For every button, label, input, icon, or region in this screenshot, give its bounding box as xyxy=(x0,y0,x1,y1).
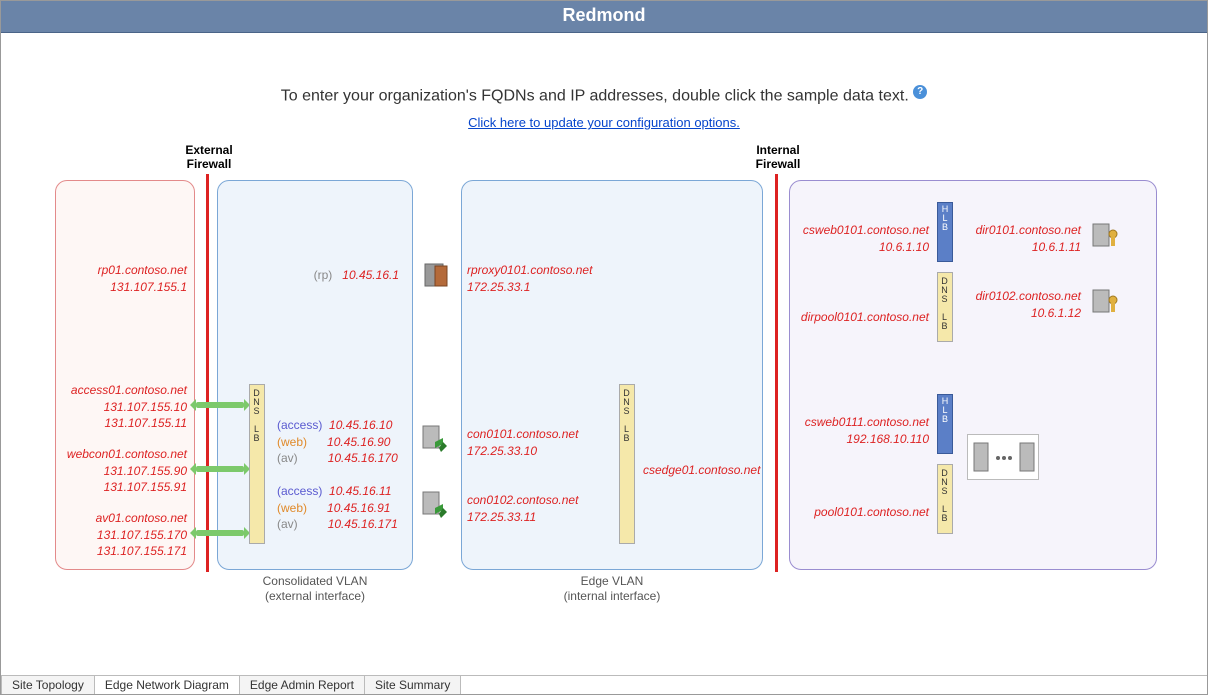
webcon-ip2: 131.107.155.91 xyxy=(104,480,187,494)
set1-av-ip[interactable]: 10.45.16.170 xyxy=(328,451,398,465)
edge-server-icon-1 xyxy=(421,424,451,454)
consolidated-vlan-label: Consolidated VLAN (external interface) xyxy=(217,574,413,604)
rp-ip: 131.107.155.1 xyxy=(110,280,187,294)
csweb1-fqdn: csweb0101.contoso.net xyxy=(803,223,929,237)
rproxy-ip: 172.25.33.1 xyxy=(467,280,530,294)
webcon-external[interactable]: webcon01.contoso.net 131.107.155.90 131.… xyxy=(49,446,187,495)
vlan-int-sub: (internal interface) xyxy=(564,589,661,603)
dir2-ip: 10.6.1.12 xyxy=(1031,306,1081,320)
rproxy-edge[interactable]: rproxy0101.contoso.net 172.25.33.1 xyxy=(467,262,627,294)
csedge[interactable]: csedge01.contoso.net xyxy=(643,462,773,478)
rp-fqdn: rp01.contoso.net xyxy=(98,263,187,277)
av-ip1: 131.107.155.170 xyxy=(97,528,187,542)
set1-av-lbl: (av) xyxy=(277,451,298,465)
set2-web-ip[interactable]: 10.45.16.91 xyxy=(327,501,390,515)
dir1-fqdn: dir0101.contoso.net xyxy=(976,223,1081,237)
access-ip2: 131.107.155.11 xyxy=(104,416,187,430)
tab-site-summary[interactable]: Site Summary xyxy=(364,676,461,694)
set1-web-lbl: (web) xyxy=(277,435,307,449)
tab-bar: Site Topology Edge Network Diagram Edge … xyxy=(1,675,1207,694)
set2-av-ip[interactable]: 10.45.16.171 xyxy=(328,517,398,531)
director-server-icon-2 xyxy=(1091,288,1121,318)
pool-server-cluster-icon xyxy=(967,434,1039,480)
external-firewall-label: ExternalFirewall xyxy=(179,144,239,172)
connector-access xyxy=(196,402,244,408)
con1-edge[interactable]: con0101.contoso.net 172.25.33.10 xyxy=(467,426,627,458)
con2-fqdn: con0102.contoso.net xyxy=(467,493,578,507)
csweb2[interactable]: csweb0111.contoso.net 192.168.10.110 xyxy=(795,414,929,446)
internal-firewall-label: InternalFirewall xyxy=(748,144,808,172)
rp-role-label: (rp) xyxy=(314,268,333,282)
instruction-text: To enter your organization's FQDNs and I… xyxy=(1,85,1207,105)
page-title: Redmond xyxy=(1,1,1207,33)
consolidated-set1: (access) 10.45.16.10 (web) 10.45.16.90 (… xyxy=(277,417,407,466)
connector-av xyxy=(196,530,244,536)
tab-edge-network-diagram[interactable]: Edge Network Diagram xyxy=(94,676,240,694)
set1-access-ip[interactable]: 10.45.16.10 xyxy=(329,418,392,432)
con2-edge[interactable]: con0102.contoso.net 172.25.33.11 xyxy=(467,492,627,524)
rp-internal-ip-row: (rp) 10.45.16.1 xyxy=(269,267,399,283)
csweb1-ip: 10.6.1.10 xyxy=(879,240,929,254)
help-icon[interactable]: ? xyxy=(913,85,927,99)
rp-internal-ip[interactable]: 10.45.16.1 xyxy=(342,268,399,282)
dir1-ip: 10.6.1.11 xyxy=(1032,240,1081,254)
config-link-row: Click here to update your configuration … xyxy=(1,115,1207,130)
tab-edge-admin-report[interactable]: Edge Admin Report xyxy=(239,676,365,694)
access-fqdn: access01.contoso.net xyxy=(71,383,187,397)
edge-vlan-label: Edge VLAN (internal interface) xyxy=(461,574,763,604)
external-firewall-line xyxy=(206,174,209,572)
instruction-span: To enter your organization's FQDNs and I… xyxy=(281,87,909,104)
con1-ip: 172.25.33.10 xyxy=(467,444,537,458)
dns-lb-bar-consolidated: DNS LB xyxy=(249,384,265,544)
av-fqdn: av01.contoso.net xyxy=(96,511,187,525)
tab-site-topology[interactable]: Site Topology xyxy=(1,676,95,694)
av-ip2: 131.107.155.171 xyxy=(97,544,187,558)
dns-lb-bar-edge: DNS LB xyxy=(619,384,635,544)
pool[interactable]: pool0101.contoso.net xyxy=(795,504,929,520)
dir2[interactable]: dir0102.contoso.net 10.6.1.12 xyxy=(961,288,1081,320)
csweb1[interactable]: csweb0101.contoso.net 10.6.1.10 xyxy=(795,222,929,254)
set2-web-lbl: (web) xyxy=(277,501,307,515)
config-link[interactable]: Click here to update your configuration … xyxy=(468,115,740,130)
csweb2-ip: 192.168.10.110 xyxy=(846,432,929,446)
access-ip1: 131.107.155.10 xyxy=(104,400,187,414)
set1-web-ip[interactable]: 10.45.16.90 xyxy=(327,435,390,449)
set2-access-lbl: (access) xyxy=(277,484,322,498)
dir2-fqdn: dir0102.contoso.net xyxy=(976,289,1081,303)
set1-access-lbl: (access) xyxy=(277,418,322,432)
webcon-ip1: 131.107.155.90 xyxy=(104,464,187,478)
consolidated-set2: (access) 10.45.16.11 (web) 10.45.16.91 (… xyxy=(277,483,407,532)
reverse-proxy-icon xyxy=(421,260,451,290)
dns-lb-bar-int1: DNS LB xyxy=(937,272,953,342)
dns-lb-bar-int2: DNS LB xyxy=(937,464,953,534)
set2-av-lbl: (av) xyxy=(277,517,298,531)
vlan-int-name: Edge VLAN xyxy=(581,574,644,588)
connector-webcon xyxy=(196,466,244,472)
vlan-ext-sub: (external interface) xyxy=(265,589,365,603)
av-external[interactable]: av01.contoso.net 131.107.155.170 131.107… xyxy=(61,510,187,559)
con1-fqdn: con0101.contoso.net xyxy=(467,427,578,441)
dir1[interactable]: dir0101.contoso.net 10.6.1.11 xyxy=(961,222,1081,254)
internal-firewall-line xyxy=(775,174,778,572)
hlb-bar-1: HLB xyxy=(937,202,953,262)
rp-external[interactable]: rp01.contoso.net 131.107.155.1 xyxy=(61,262,187,294)
vlan-ext-name: Consolidated VLAN xyxy=(263,574,368,588)
webcon-fqdn: webcon01.contoso.net xyxy=(67,447,187,461)
set2-access-ip[interactable]: 10.45.16.11 xyxy=(329,484,392,498)
director-server-icon-1 xyxy=(1091,222,1121,252)
hlb-bar-2: HLB xyxy=(937,394,953,454)
csweb2-fqdn: csweb0111.contoso.net xyxy=(805,415,929,429)
edge-server-icon-2 xyxy=(421,490,451,520)
rproxy-fqdn: rproxy0101.contoso.net xyxy=(467,263,592,277)
access-external[interactable]: access01.contoso.net 131.107.155.10 131.… xyxy=(53,382,187,431)
dirpool[interactable]: dirpool0101.contoso.net xyxy=(795,309,929,325)
con2-ip: 172.25.33.11 xyxy=(467,510,536,524)
diagram-canvas: ExternalFirewall InternalFirewall Consol… xyxy=(1,134,1207,634)
